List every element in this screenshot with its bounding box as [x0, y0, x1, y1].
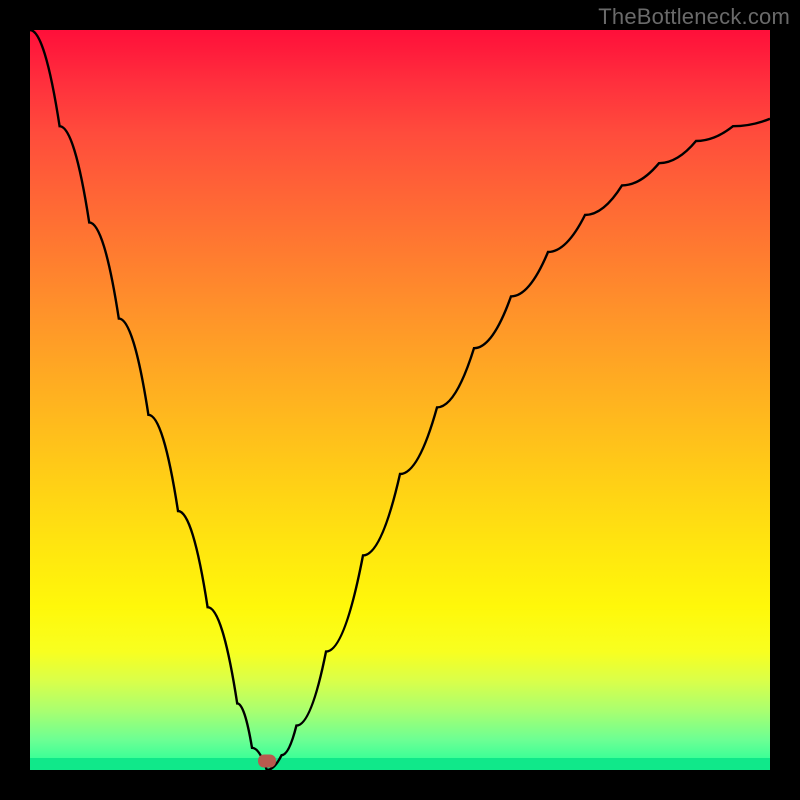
- watermark-text: TheBottleneck.com: [598, 4, 790, 30]
- chart-frame: TheBottleneck.com: [0, 0, 800, 800]
- plot-area: [30, 30, 770, 770]
- curve-path: [30, 30, 770, 770]
- optimal-point-marker: [258, 755, 276, 768]
- bottleneck-curve: [30, 30, 770, 770]
